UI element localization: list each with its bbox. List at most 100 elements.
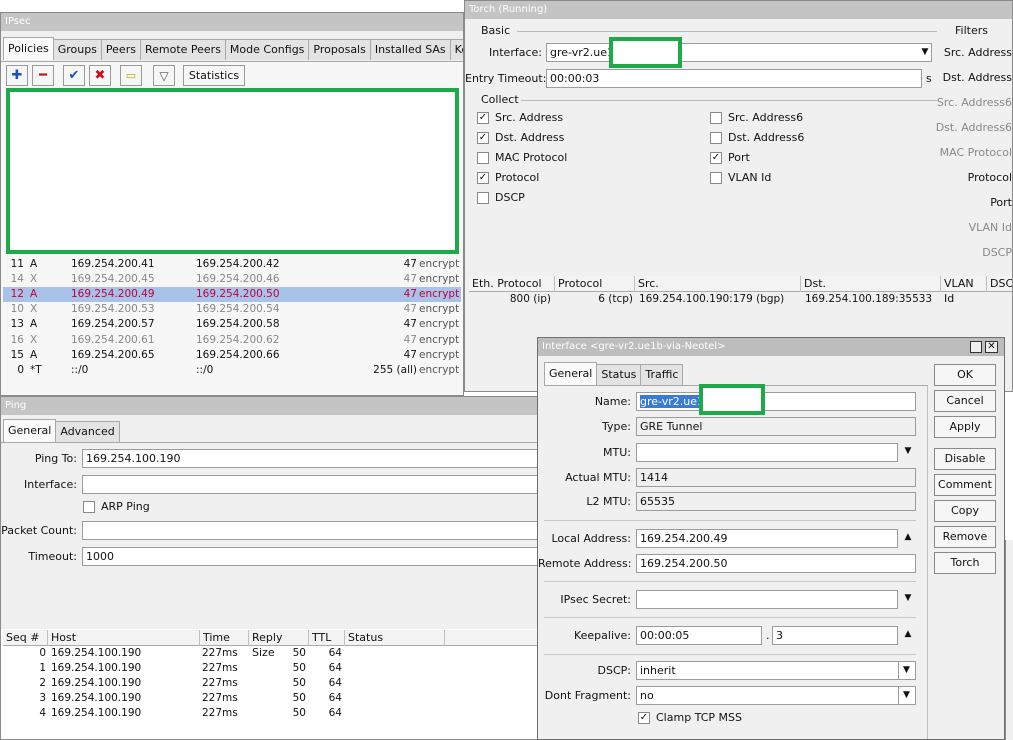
copy-button[interactable]: Copy (934, 500, 996, 522)
comment-button[interactable]: Comment (934, 474, 996, 496)
ping-interface-label: Interface: (24, 478, 77, 491)
filter-icon[interactable]: ▽ (153, 65, 175, 86)
local-address-input[interactable]: 169.254.200.49 (636, 529, 898, 548)
enable-icon[interactable]: ✔ (63, 65, 85, 86)
checkbox-icon (83, 500, 95, 513)
collect-checkbox[interactable]: ✓ Src. Address (477, 111, 563, 124)
clamp-tcp-mss-checkbox[interactable]: ✓ Clamp TCP MSS (638, 711, 742, 724)
interface-title-bar: Interface <gre-vr2.ue1b-via-Neotel> (538, 338, 1004, 356)
dscp-select[interactable]: inherit (636, 661, 916, 680)
table-row[interactable]: 2 169.254.100.190 227ms 50 64 (3, 676, 443, 691)
table-row[interactable]: 800 (ip) 6 (tcp) 169.254.100.190:179 (bg… (469, 292, 1009, 307)
tab-mode-configs[interactable]: Mode Configs (224, 39, 310, 60)
col-time[interactable]: Time (200, 630, 249, 646)
close-icon[interactable]: ✕ (985, 341, 998, 353)
col-src[interactable]: Src. (635, 276, 801, 292)
torch-interface-select[interactable]: gre-vr2.ue1b (546, 43, 932, 62)
table-row[interactable]: 4 169.254.100.190 227ms 50 64 (3, 706, 443, 721)
interface-title: Interface <gre-vr2.ue1b-via-Neotel> (542, 341, 726, 352)
disable-icon[interactable]: ✖ (89, 65, 111, 86)
tab-policies[interactable]: Policies (3, 37, 54, 60)
tab-installed-sas[interactable]: Installed SAs (369, 39, 451, 60)
chevron-down-icon[interactable]: ▼ (917, 43, 933, 62)
table-row[interactable]: 10 X 169.254.200.53 169.254.200.54 47 encrypt (3, 302, 461, 317)
table-row[interactable]: 14 X 169.254.200.45 169.254.200.46 47 encrypt (3, 272, 461, 287)
chevron-down-icon[interactable]: ▼ (898, 661, 914, 680)
chevron-down-icon[interactable]: ▼ (900, 589, 916, 608)
col-dscp[interactable]: DSCP (987, 276, 1012, 292)
collect-checkbox[interactable]: Src. Address6 (710, 111, 803, 124)
ipsec-secret-input[interactable] (636, 590, 898, 609)
remove-button[interactable]: Remove (934, 526, 996, 548)
packet-count-input[interactable] (82, 521, 539, 540)
col-reply-size[interactable]: Reply Size (249, 630, 309, 659)
col-status[interactable]: Status (345, 630, 445, 646)
tab-groups[interactable]: Groups (52, 39, 102, 60)
tab-status[interactable]: Status (596, 364, 642, 385)
collect-checkbox[interactable]: DSCP (477, 191, 525, 204)
collect-checkbox[interactable]: ✓ Dst. Address (477, 131, 564, 144)
disable-button[interactable]: Disable (934, 448, 996, 470)
remove-icon[interactable]: ━ (32, 65, 54, 86)
collect-checkbox[interactable]: ✓ Protocol (477, 171, 539, 184)
ping-to-input[interactable]: 169.254.100.190 (82, 449, 539, 468)
col-ttl[interactable]: TTL (309, 630, 345, 646)
table-row[interactable]: 3 169.254.100.190 227ms 50 64 (3, 691, 443, 706)
collect-checkbox[interactable]: VLAN Id (710, 171, 771, 184)
name-input[interactable]: gre-vr2.ue1b (636, 392, 916, 411)
table-row[interactable]: 12 A 169.254.200.49 169.254.200.50 47 encrypt (3, 287, 461, 303)
torch-button[interactable]: Torch (934, 552, 996, 574)
comment-icon[interactable]: ▭ (120, 65, 142, 86)
collect-checkbox[interactable]: Dst. Address6 (710, 131, 804, 144)
entry-timeout-label: Entry Timeout: (465, 72, 547, 85)
apply-button[interactable]: Apply (934, 416, 996, 438)
collect-option-label: DSCP (495, 191, 525, 204)
table-row[interactable]: 11 A 169.254.200.41 169.254.200.42 47 encrypt (3, 257, 461, 272)
table-row[interactable]: 1 169.254.100.190 227ms 50 64 (3, 661, 443, 676)
filter-label: Src. Address6 (936, 96, 1012, 109)
add-icon[interactable]: ✚ (6, 65, 28, 86)
tab-remote-peers[interactable]: Remote Peers (139, 39, 226, 60)
mtu-input[interactable] (636, 443, 898, 462)
col-seq[interactable]: Seq # (3, 630, 48, 646)
tab-keys[interactable]: Keys (449, 39, 463, 60)
collect-checkbox[interactable]: ✓ Port (710, 151, 750, 164)
entry-timeout-input[interactable]: 00:00:03 (546, 69, 922, 88)
col-eth-protocol[interactable]: Eth. Protocol (469, 276, 555, 292)
checkmark-icon: ✓ (638, 711, 650, 724)
table-row[interactable]: 16 X 169.254.200.61 169.254.200.62 47 encrypt (3, 333, 461, 348)
arp-ping-checkbox[interactable]: ARP Ping (83, 500, 150, 513)
timeout-input[interactable]: 1000 (82, 547, 539, 566)
col-dst[interactable]: Dst. (801, 276, 941, 292)
table-row[interactable]: 0 169.254.100.190 227ms 50 64 (3, 646, 443, 661)
col-vlan-id[interactable]: VLAN Id (941, 276, 987, 305)
ping-title-bar: Ping (1, 397, 539, 415)
tab-general[interactable]: General (3, 419, 57, 442)
collect-checkbox[interactable]: MAC Protocol (477, 151, 567, 164)
statistics-button[interactable]: Statistics (183, 65, 245, 86)
tab-proposals[interactable]: Proposals (308, 39, 371, 60)
table-row[interactable]: 15 A 169.254.200.65 169.254.200.66 47 encrypt (3, 348, 461, 363)
tab-general[interactable]: General (544, 362, 598, 385)
remote-address-input[interactable]: 169.254.200.50 (636, 554, 916, 573)
table-row[interactable]: 0 *T::/0::/0 255 (all) encrypt (3, 363, 461, 378)
keepalive-interval-input[interactable]: 00:00:05 (636, 626, 762, 645)
col-host[interactable]: Host (48, 630, 200, 646)
ping-interface-select[interactable] (82, 475, 539, 494)
col-protocol[interactable]: Protocol (555, 276, 635, 292)
chevron-up-icon[interactable]: ▲ (900, 625, 916, 644)
chevron-down-icon[interactable]: ▼ (898, 686, 914, 705)
keepalive-retries-input[interactable]: 3 (772, 626, 898, 645)
dont-fragment-select[interactable]: no (636, 686, 916, 705)
tab-advanced[interactable]: Advanced (55, 421, 120, 442)
maximize-icon[interactable] (970, 341, 982, 353)
chevron-down-icon[interactable]: ▼ (900, 442, 916, 461)
torch-window: Torch (Running) Basic Filters Interface:… (464, 0, 1013, 392)
tab-traffic[interactable]: Traffic (640, 364, 684, 385)
dont-fragment-label: Dont Fragment: (544, 689, 631, 702)
ok-button[interactable]: OK (934, 364, 996, 386)
cancel-button[interactable]: Cancel (934, 390, 996, 412)
tab-peers[interactable]: Peers (100, 39, 141, 60)
table-row[interactable]: 13 A 169.254.200.57 169.254.200.58 47 encrypt (3, 317, 461, 332)
chevron-up-icon[interactable]: ▲ (900, 528, 916, 547)
